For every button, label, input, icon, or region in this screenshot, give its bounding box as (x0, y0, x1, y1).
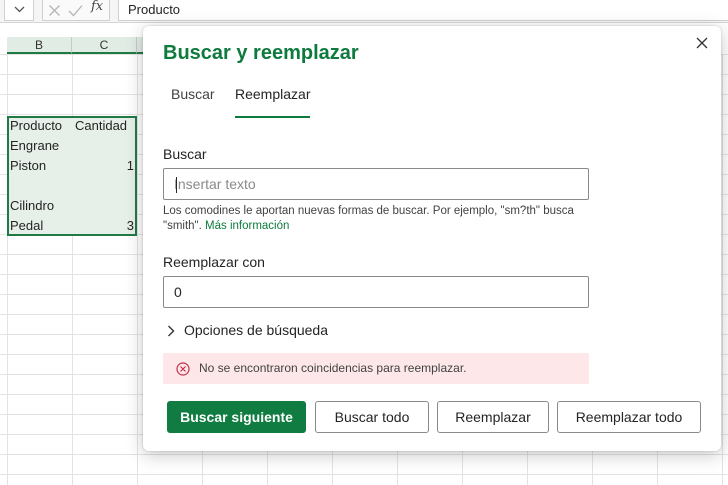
formula-bar-controls: fx (42, 0, 110, 21)
replace-input[interactable] (163, 276, 589, 308)
replace-label: Reemplazar con (163, 254, 265, 270)
find-input[interactable] (163, 168, 589, 200)
find-label: Buscar (163, 146, 207, 162)
chevron-right-icon (168, 325, 175, 337)
cell-b-pedal[interactable]: Pedal (7, 216, 72, 236)
error-circle-icon (176, 362, 190, 376)
cell-c-pedal[interactable]: 3 (72, 216, 137, 236)
find-all-button[interactable]: Buscar todo (315, 401, 429, 433)
cell-c-cilindro[interactable] (72, 196, 137, 216)
cell-c-engrane[interactable] (72, 136, 137, 156)
formula-input[interactable]: Producto (118, 0, 728, 21)
find-replace-dialog: Buscar y reemplazar Buscar Reemplazar Bu… (143, 26, 721, 451)
text-caret (176, 177, 177, 193)
x-icon[interactable] (48, 4, 61, 17)
search-options-label: Opciones de búsqueda (184, 322, 328, 338)
tab-buscar[interactable]: Buscar (171, 86, 215, 116)
column-header-b[interactable]: B (7, 37, 72, 54)
close-icon[interactable] (693, 34, 711, 52)
chevron-down-icon (14, 6, 25, 13)
replace-button[interactable]: Reemplazar (437, 401, 549, 433)
column-header-c[interactable]: C (72, 37, 137, 54)
check-icon[interactable] (68, 4, 83, 17)
wildcard-help-text: Los comodines le aportan nuevas formas d… (163, 204, 603, 234)
cell-b-piston[interactable]: Piston (7, 156, 72, 176)
cell-c-cantidad[interactable]: Cantidad (72, 116, 137, 136)
dialog-title: Buscar y reemplazar (163, 42, 359, 64)
find-next-button[interactable]: Buscar siguiente (167, 401, 306, 433)
name-box-dropdown[interactable] (4, 0, 34, 21)
error-message-bar: No se encontraron coincidencias para ree… (163, 353, 589, 384)
cell-c-piston[interactable]: 1 (72, 156, 137, 176)
replace-all-button[interactable]: Reemplazar todo (557, 401, 701, 433)
cell-b-producto[interactable]: Producto (7, 116, 72, 136)
function-icon[interactable]: fx (91, 0, 103, 14)
formula-bar: fx Producto (0, 0, 728, 23)
cell-c-empty[interactable] (72, 176, 137, 196)
error-message-text: No se encontraron coincidencias para ree… (199, 361, 467, 375)
more-info-link[interactable]: Más información (205, 220, 289, 232)
tab-reemplazar[interactable]: Reemplazar (235, 86, 311, 118)
cell-b-engrane[interactable]: Engrane (7, 136, 72, 156)
cell-b-empty[interactable] (7, 176, 72, 196)
cell-b-cilindro[interactable]: Cilindro (7, 196, 72, 216)
